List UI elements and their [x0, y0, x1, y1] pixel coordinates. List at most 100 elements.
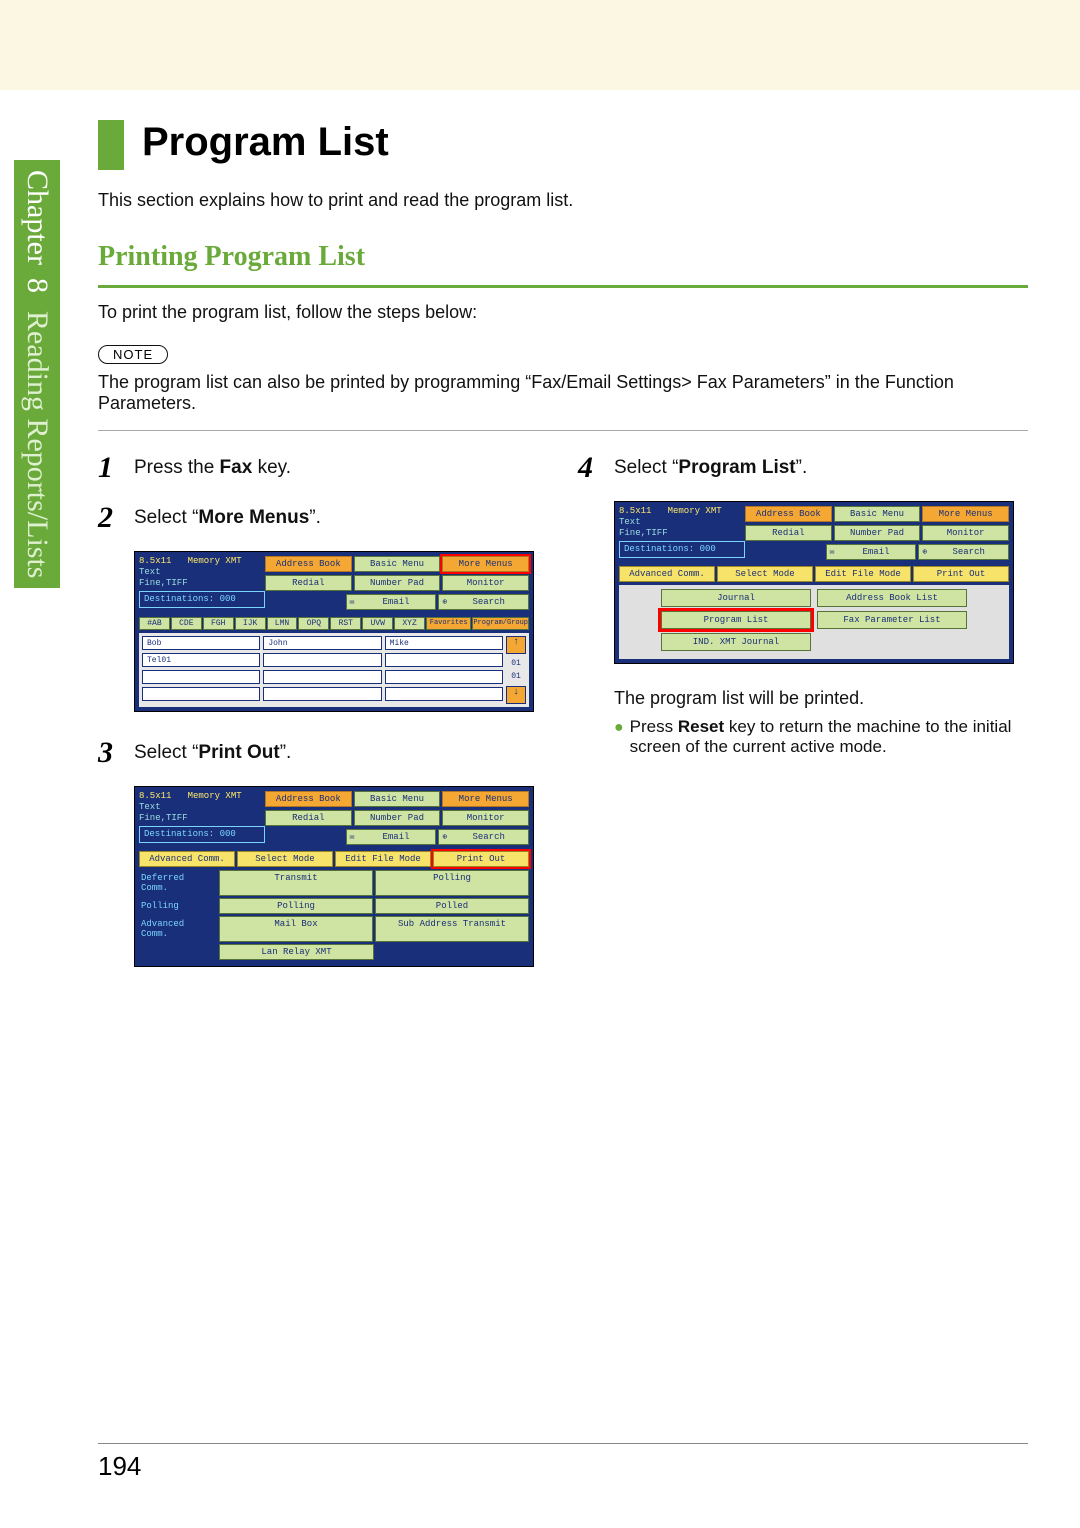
step-number: 1: [98, 451, 134, 485]
print-out-tab[interactable]: Print Out: [433, 851, 529, 867]
destinations-row[interactable]: Destinations: 000: [619, 541, 745, 558]
address-entries: Bob John Mike Tel01: [139, 633, 529, 707]
entry-button[interactable]: [142, 687, 260, 701]
advanced-comm-tab[interactable]: Advanced Comm.: [139, 851, 235, 867]
redial-button[interactable]: Redial: [265, 575, 352, 591]
title-bar: Program List: [98, 120, 1028, 170]
entry-button[interactable]: [263, 670, 381, 684]
alpha-tab[interactable]: FGH: [203, 617, 234, 630]
entry-button[interactable]: [385, 687, 503, 701]
ind-xmt-journal-button[interactable]: IND. XMT Journal: [661, 633, 811, 651]
entry-button[interactable]: Tel01: [142, 653, 260, 667]
footer-rule: [98, 1443, 1028, 1444]
entry-button[interactable]: John: [263, 636, 381, 650]
program-list-button[interactable]: Program List: [661, 611, 811, 629]
edit-file-mode-tab[interactable]: Edit File Mode: [335, 851, 431, 867]
entry-button[interactable]: [263, 653, 381, 667]
step-4: 4 Select “Program List”.: [578, 451, 1018, 485]
alpha-tab[interactable]: LMN: [267, 617, 298, 630]
screen-status: 8.5x11 Memory XMT Text Fine,TIFF Destina…: [139, 791, 265, 848]
alpha-tab[interactable]: RST: [330, 617, 361, 630]
alpha-tab[interactable]: OPQ: [298, 617, 329, 630]
edit-file-mode-tab[interactable]: Edit File Mode: [815, 566, 911, 582]
address-book-button[interactable]: Address Book: [745, 506, 832, 522]
scroll-down-icon[interactable]: ↓: [506, 686, 526, 704]
search-button[interactable]: Search: [918, 544, 1009, 560]
more-menus-button[interactable]: More Menus: [922, 506, 1009, 522]
favorites-tab[interactable]: Favorites: [426, 617, 471, 630]
basic-menu-button[interactable]: Basic Menu: [834, 506, 921, 522]
basic-menu-button[interactable]: Basic Menu: [354, 556, 441, 572]
entry-button[interactable]: Mike: [385, 636, 503, 650]
more-menus-button[interactable]: More Menus: [442, 791, 529, 807]
print-out-tab[interactable]: Print Out: [913, 566, 1009, 582]
mode-text: Text: [139, 802, 161, 812]
transmit-button[interactable]: Transmit: [219, 870, 373, 896]
search-button[interactable]: Search: [438, 829, 529, 845]
select-mode-tab[interactable]: Select Mode: [237, 851, 333, 867]
program-group-tab[interactable]: Program/Group: [472, 617, 529, 630]
advanced-comm-tab[interactable]: Advanced Comm.: [619, 566, 715, 582]
paper-size: 8.5x11: [139, 791, 171, 801]
fax-parameter-list-button[interactable]: Fax Parameter List: [817, 611, 967, 629]
mail-box-button[interactable]: Mail Box: [219, 916, 373, 942]
entry-button[interactable]: [142, 670, 260, 684]
mode-fine: Fine,TIFF: [619, 528, 668, 538]
step-text-post: ”.: [796, 457, 808, 478]
step-text-post: key.: [252, 457, 291, 478]
alpha-tab[interactable]: CDE: [171, 617, 202, 630]
destinations-row[interactable]: Destinations: 000: [139, 591, 265, 608]
fax-screen-more-menus: 8.5x11 Memory XMT Text Fine,TIFF Destina…: [134, 551, 534, 712]
section-lead-text: To print the program list, follow the st…: [98, 302, 1028, 323]
page-content: Program List This section explains how t…: [98, 120, 1028, 991]
note-text: The program list can also be printed by …: [98, 372, 1028, 414]
monitor-button[interactable]: Monitor: [922, 525, 1009, 541]
screen-header: 8.5x11 Memory XMT Text Fine,TIFF Destina…: [619, 506, 1009, 563]
search-button[interactable]: Search: [438, 594, 529, 610]
monitor-button[interactable]: Monitor: [442, 575, 529, 591]
address-book-button[interactable]: Address Book: [265, 791, 352, 807]
title-marker: [98, 120, 124, 170]
alpha-tab[interactable]: #AB: [139, 617, 170, 630]
section-name: Reading Reports/Lists: [21, 311, 54, 578]
bullet-bold: Reset: [678, 717, 724, 736]
step-text-pre: Select “: [134, 507, 198, 528]
number-pad-button[interactable]: Number Pad: [354, 575, 441, 591]
email-button[interactable]: Email: [826, 544, 917, 560]
alpha-tab[interactable]: XYZ: [394, 617, 425, 630]
entry-button[interactable]: [385, 653, 503, 667]
address-book-button[interactable]: Address Book: [265, 556, 352, 572]
entry-button[interactable]: Bob: [142, 636, 260, 650]
email-button[interactable]: Email: [346, 594, 437, 610]
step-text-bold: Print Out: [198, 742, 279, 763]
polled-button[interactable]: Polled: [375, 898, 529, 914]
destinations-row[interactable]: Destinations: 000: [139, 826, 265, 843]
number-pad-button[interactable]: Number Pad: [354, 810, 441, 826]
left-column: 1 Press the Fax key. 2 Select “More Menu…: [98, 451, 538, 991]
alpha-tab[interactable]: IJK: [235, 617, 266, 630]
mode-text: Text: [619, 517, 641, 527]
monitor-button[interactable]: Monitor: [442, 810, 529, 826]
polling-button[interactable]: Polling: [219, 898, 373, 914]
address-book-list-button[interactable]: Address Book List: [817, 589, 967, 607]
journal-button[interactable]: Journal: [661, 589, 811, 607]
alpha-tab[interactable]: UVW: [362, 617, 393, 630]
number-pad-button[interactable]: Number Pad: [834, 525, 921, 541]
entry-button[interactable]: [385, 670, 503, 684]
step-number: 3: [98, 736, 134, 770]
sub-address-transmit-button[interactable]: Sub Address Transmit: [375, 916, 529, 942]
more-menus-button[interactable]: More Menus: [442, 556, 529, 572]
alpha-tabs: #AB CDE FGH IJK LMN OPQ RST UVW XYZ Favo…: [139, 617, 529, 630]
email-button[interactable]: Email: [346, 829, 437, 845]
scroll-up-icon[interactable]: ↑: [506, 636, 526, 654]
basic-menu-button[interactable]: Basic Menu: [354, 791, 441, 807]
step-number: 2: [98, 501, 134, 535]
polling-button[interactable]: Polling: [375, 870, 529, 896]
entry-button[interactable]: [263, 687, 381, 701]
redial-button[interactable]: Redial: [745, 525, 832, 541]
step-number: 4: [578, 451, 614, 485]
redial-button[interactable]: Redial: [265, 810, 352, 826]
lan-relay-xmt-button[interactable]: Lan Relay XMT: [219, 944, 374, 960]
select-mode-tab[interactable]: Select Mode: [717, 566, 813, 582]
step-text-pre: Select “: [614, 457, 678, 478]
